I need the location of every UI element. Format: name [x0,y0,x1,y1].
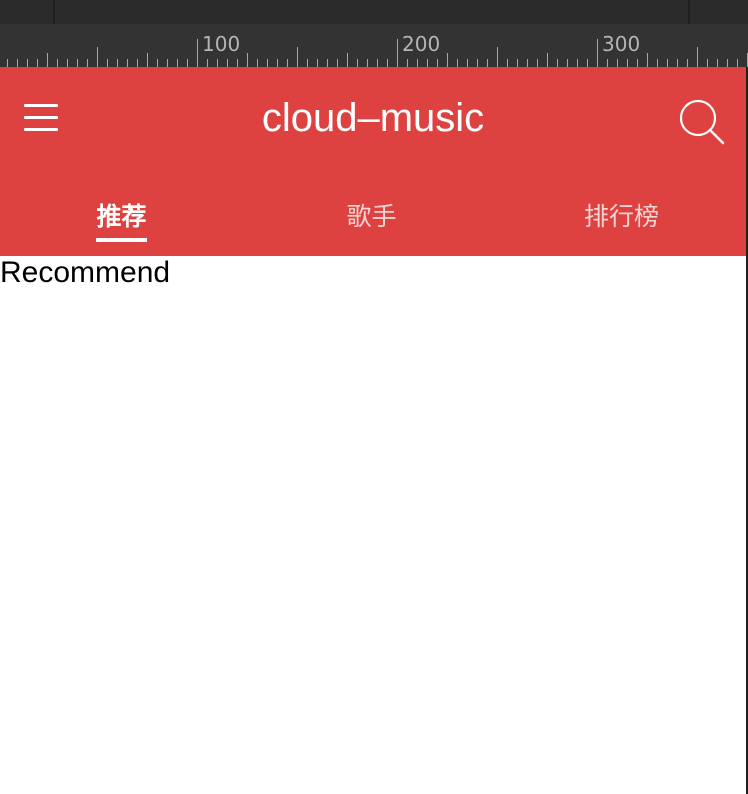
search-icon[interactable] [676,99,726,147]
tab-charts-label: 排行榜 [583,202,659,231]
horizontal-ruler: 100 200 300 [0,24,748,67]
app-header: cloud–music 推荐 歌手 排行榜 [0,67,746,256]
tab-recommend[interactable]: 推荐 [0,195,246,245]
ruler-label-300: 300 [602,32,641,56]
recommend-page-text: Recommend [0,256,171,289]
tab-singers-label: 歌手 [346,202,397,231]
ruler-label-200: 200 [402,32,441,56]
devtools-toolbar [0,0,748,24]
tab-charts[interactable]: 排行榜 [497,195,746,245]
toolbar-divider [688,0,690,24]
tab-singers[interactable]: 歌手 [247,195,496,245]
active-tab-underline [96,238,147,242]
tab-recommend-text: 推荐 [96,202,147,231]
ruler-label-100: 100 [202,32,241,56]
tab-recommend-label: 推荐 [96,195,147,242]
toolbar-divider [53,0,55,24]
app-title: cloud–music [261,96,485,140]
tab-bar: 推荐 歌手 排行榜 [0,195,746,245]
